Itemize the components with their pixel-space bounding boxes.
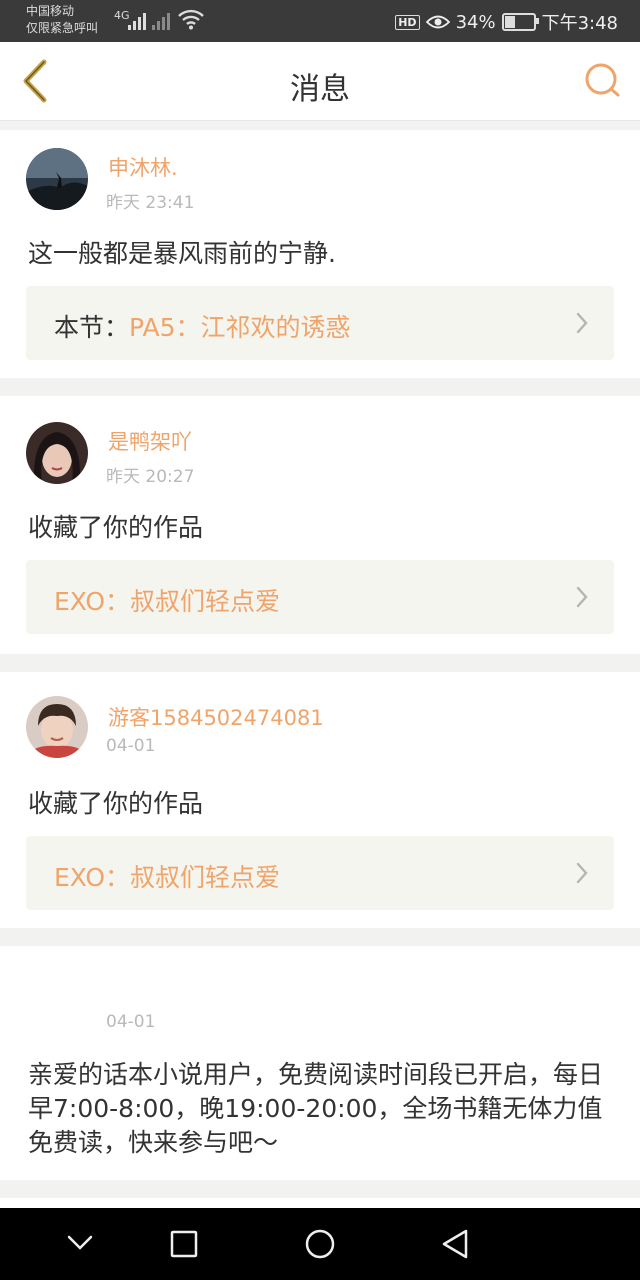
search-icon[interactable] [584, 62, 622, 100]
message-text: 亲爱的话本小说用户，免费阅读时间段已开启，每日早7:00-8:00，晚19:00… [28, 1060, 604, 1157]
eye-icon [425, 15, 450, 29]
work-link-text: EXO：叔叔们轻点爱 [54, 863, 281, 892]
chevron-right-icon [576, 312, 588, 334]
chapter-link[interactable]: 本节：PA5：江祁欢的诱惑 [26, 286, 614, 360]
username[interactable]: 申沐林. [108, 152, 178, 182]
message-card-partial [0, 1198, 640, 1208]
work-link-text: EXO：叔叔们轻点爱 [54, 587, 281, 616]
avatar[interactable] [26, 148, 88, 210]
battery-icon [501, 13, 539, 31]
message-card[interactable]: 是鸭架吖 昨天 20:27 收藏了你的作品 EXO：叔叔们轻点爱 [0, 396, 640, 654]
chapter-link-title: PA5：江祁欢的诱惑 [129, 313, 351, 342]
username[interactable]: 游客1584502474081 [108, 702, 324, 732]
status-bar: 中国移动 仅限紧急呼叫 4G HD 34% 下午3:48 [0, 0, 640, 42]
message-text: 这一般都是暴风雨前的宁静. [28, 239, 336, 268]
message-time: 04-01 [106, 736, 156, 756]
page-title: 消息 [290, 72, 350, 107]
avatar-image [26, 422, 88, 484]
app-header: 消息 [0, 42, 640, 121]
chevron-down-icon[interactable] [66, 1234, 94, 1252]
message-text: 收藏了你的作品 [28, 513, 204, 542]
signal-x-icon [152, 10, 170, 30]
work-link[interactable]: EXO：叔叔们轻点爱 [26, 560, 614, 634]
chapter-link-prefix: 本节： [54, 313, 130, 342]
username[interactable]: 是鸭架吖 [108, 426, 192, 456]
avatar-image [26, 148, 88, 210]
system-nav-bar [0, 1208, 640, 1280]
signal-icon [128, 10, 146, 30]
message-time: 昨天 23:41 [106, 193, 195, 213]
avatar[interactable] [26, 696, 88, 758]
carrier-info: 中国移动 仅限紧急呼叫 [26, 3, 98, 37]
wifi-icon [178, 9, 204, 30]
chapter-link-text: 本节：PA5：江祁欢的诱惑 [54, 308, 351, 344]
square-icon[interactable] [170, 1230, 198, 1258]
message-card[interactable]: 游客1584502474081 04-01 收藏了你的作品 EXO：叔叔们轻点爱 [0, 672, 640, 928]
battery-percent: 34% [455, 11, 496, 33]
clock: 下午3:48 [541, 13, 618, 34]
carrier-name: 中国移动 [26, 4, 75, 18]
chevron-right-icon [576, 862, 588, 884]
status-right: HD 34% 下午3:48 [395, 9, 618, 35]
message-text: 收藏了你的作品 [28, 789, 204, 818]
message-time: 04-01 [106, 1012, 156, 1032]
hd-badge: HD [395, 14, 420, 30]
work-link[interactable]: EXO：叔叔们轻点爱 [26, 836, 614, 910]
system-message-card[interactable]: 04-01 亲爱的话本小说用户，免费阅读时间段已开启，每日早7:00-8:00，… [0, 946, 640, 1180]
avatar-image [26, 696, 88, 758]
triangle-back-icon[interactable] [440, 1228, 470, 1260]
circle-icon[interactable] [304, 1228, 336, 1260]
carrier-status: 仅限紧急呼叫 [26, 21, 99, 35]
chevron-right-icon [576, 586, 588, 608]
message-card[interactable]: 申沐林. 昨天 23:41 这一般都是暴风雨前的宁静. 本节：PA5：江祁欢的诱… [0, 130, 640, 378]
message-time: 昨天 20:27 [106, 467, 195, 487]
avatar[interactable] [26, 422, 88, 484]
